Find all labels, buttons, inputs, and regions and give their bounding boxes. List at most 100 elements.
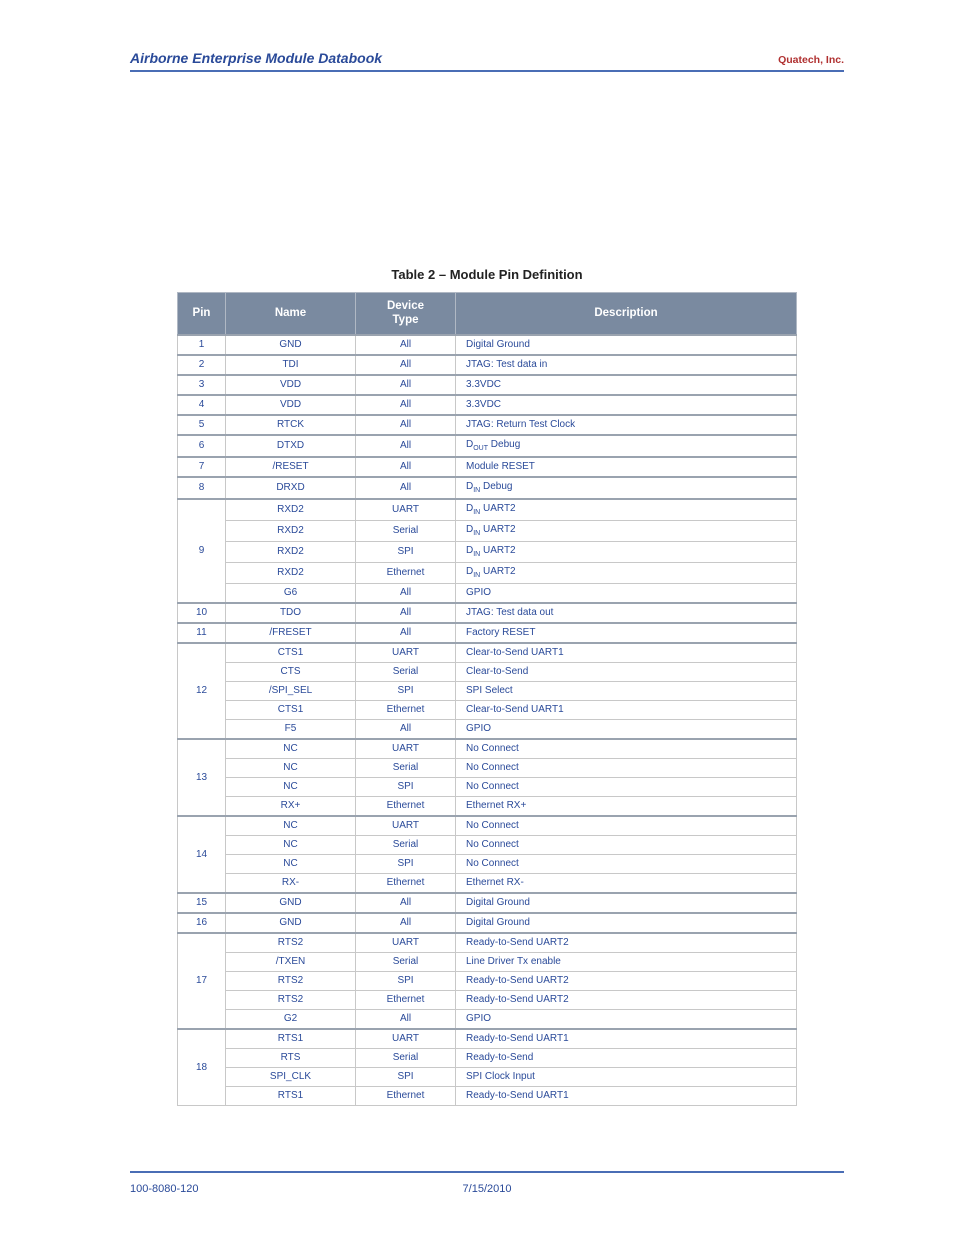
cell-description: Clear-to-Send [456, 662, 797, 681]
cell-pin: 1 [178, 335, 226, 355]
cell-description: 3.3VDC [456, 395, 797, 415]
cell-device-type: SPI [356, 854, 456, 873]
cell-device-type: UART [356, 643, 456, 663]
table-row: 9RXD2UARTDIN UART2 [178, 499, 797, 521]
cell-pin: 14 [178, 816, 226, 893]
cell-device-type: Serial [356, 1048, 456, 1067]
cell-device-type: SPI [356, 541, 456, 562]
cell-name: /SPI_SEL [226, 681, 356, 700]
cell-description: Line Driver Tx enable [456, 952, 797, 971]
cell-description: No Connect [456, 854, 797, 873]
cell-name: RTS1 [226, 1086, 356, 1105]
cell-device-type: Ethernet [356, 873, 456, 893]
table-row: 5RTCKAllJTAG: Return Test Clock [178, 415, 797, 435]
table-row: 17RTS2UARTReady-to-Send UART2 [178, 933, 797, 953]
cell-description: JTAG: Return Test Clock [456, 415, 797, 435]
table-row: 3VDDAll3.3VDC [178, 375, 797, 395]
cell-name: RXD2 [226, 520, 356, 541]
cell-name: RXD2 [226, 499, 356, 521]
col-device-type: DeviceType [356, 293, 456, 335]
cell-name: RTS1 [226, 1029, 356, 1049]
table-row: /SPI_SELSPISPI Select [178, 681, 797, 700]
cell-description: Digital Ground [456, 335, 797, 355]
cell-device-type: UART [356, 499, 456, 521]
cell-name: RX+ [226, 796, 356, 816]
cell-pin: 6 [178, 435, 226, 457]
table-header-row: Pin Name DeviceType Description [178, 293, 797, 335]
table-row: CTSSerialClear-to-Send [178, 662, 797, 681]
table-row: F5AllGPIO [178, 719, 797, 739]
cell-name: /TXEN [226, 952, 356, 971]
cell-name: GND [226, 335, 356, 355]
doc-title: Airborne Enterprise Module Databook [130, 50, 382, 66]
cell-description: No Connect [456, 758, 797, 777]
cell-description: Ethernet RX+ [456, 796, 797, 816]
cell-description: SPI Clock Input [456, 1067, 797, 1086]
cell-name: RX- [226, 873, 356, 893]
cell-device-type: SPI [356, 971, 456, 990]
table-row: 8DRXDAllDIN Debug [178, 477, 797, 499]
cell-name: F5 [226, 719, 356, 739]
footer-center: 7/15/2010 [130, 1183, 844, 1195]
cell-description: Module RESET [456, 457, 797, 477]
cell-name: G6 [226, 583, 356, 603]
cell-pin: 12 [178, 643, 226, 739]
cell-name: RTS [226, 1048, 356, 1067]
table-row: 14NCUARTNo Connect [178, 816, 797, 836]
table-row: RTS1EthernetReady-to-Send UART1 [178, 1086, 797, 1105]
cell-description: DIN UART2 [456, 499, 797, 521]
pin-definition-table: Pin Name DeviceType Description 1GNDAllD… [177, 292, 797, 1106]
company-name: Quatech, Inc. [778, 54, 844, 66]
cell-description: Clear-to-Send UART1 [456, 700, 797, 719]
cell-device-type: SPI [356, 777, 456, 796]
cell-name: NC [226, 816, 356, 836]
cell-pin: 3 [178, 375, 226, 395]
cell-device-type: Ethernet [356, 796, 456, 816]
col-name: Name [226, 293, 356, 335]
cell-device-type: All [356, 395, 456, 415]
cell-description: Ready-to-Send UART2 [456, 933, 797, 953]
cell-device-type: Serial [356, 520, 456, 541]
cell-description: DIN UART2 [456, 541, 797, 562]
cell-description: GPIO [456, 583, 797, 603]
page-header: Airborne Enterprise Module Databook Quat… [130, 50, 844, 72]
table-row: NCSerialNo Connect [178, 758, 797, 777]
cell-device-type: All [356, 335, 456, 355]
cell-device-type: UART [356, 816, 456, 836]
cell-description: Factory RESET [456, 623, 797, 643]
cell-description: Ready-to-Send UART2 [456, 990, 797, 1009]
table-row: NCSerialNo Connect [178, 835, 797, 854]
table-row: RXD2SerialDIN UART2 [178, 520, 797, 541]
table-row: RTSSerialReady-to-Send [178, 1048, 797, 1067]
cell-description: Ready-to-Send UART1 [456, 1029, 797, 1049]
cell-device-type: Serial [356, 835, 456, 854]
cell-description: GPIO [456, 1009, 797, 1029]
cell-device-type: All [356, 375, 456, 395]
cell-name: DTXD [226, 435, 356, 457]
table-row: 10TDOAllJTAG: Test data out [178, 603, 797, 623]
page-footer: 100-8080-120 7/15/2010 [130, 1183, 844, 1195]
cell-name: TDO [226, 603, 356, 623]
cell-name: VDD [226, 375, 356, 395]
cell-device-type: UART [356, 1029, 456, 1049]
cell-name: GND [226, 913, 356, 933]
cell-device-type: All [356, 415, 456, 435]
cell-description: Ready-to-Send UART1 [456, 1086, 797, 1105]
cell-name: CTS1 [226, 643, 356, 663]
cell-device-type: All [356, 719, 456, 739]
cell-description: No Connect [456, 816, 797, 836]
cell-device-type: SPI [356, 681, 456, 700]
table-row: G2AllGPIO [178, 1009, 797, 1029]
cell-device-type: All [356, 913, 456, 933]
cell-description: Digital Ground [456, 893, 797, 913]
cell-description: No Connect [456, 777, 797, 796]
table-row: 7/RESETAllModule RESET [178, 457, 797, 477]
cell-device-type: Ethernet [356, 1086, 456, 1105]
cell-name: G2 [226, 1009, 356, 1029]
cell-device-type: All [356, 623, 456, 643]
cell-device-type: All [356, 435, 456, 457]
cell-description: JTAG: Test data in [456, 355, 797, 375]
cell-name: TDI [226, 355, 356, 375]
cell-device-type: All [356, 1009, 456, 1029]
cell-description: Ready-to-Send UART2 [456, 971, 797, 990]
